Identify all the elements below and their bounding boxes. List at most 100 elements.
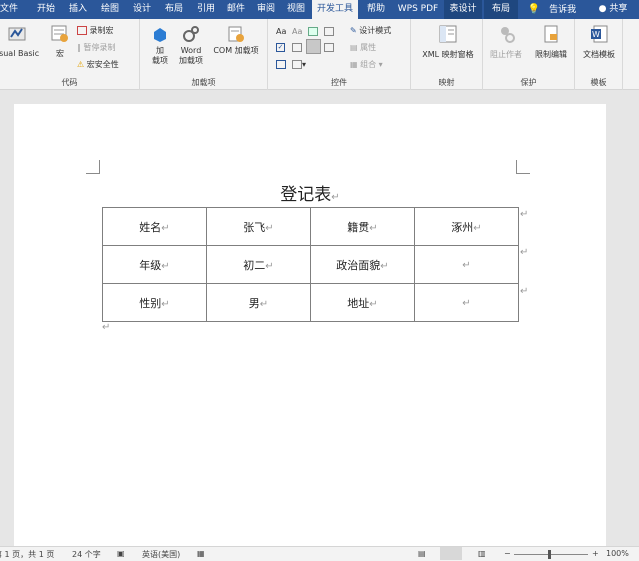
tab-mailings[interactable]: 邮件 xyxy=(222,0,250,19)
cell-end-mark: ↵ xyxy=(161,298,170,310)
cell-end-mark: ↵ xyxy=(161,260,170,272)
design-mode-button[interactable]: ✎ 设计模式 xyxy=(350,25,391,37)
tab-table-layout[interactable]: 布局 xyxy=(484,0,518,19)
share-label: 共享 xyxy=(609,4,628,14)
dropdown-list-control-icon[interactable] xyxy=(306,39,321,54)
tab-insert[interactable]: 插入 xyxy=(64,0,92,19)
tab-view[interactable]: 视图 xyxy=(282,0,310,19)
zoom-in-button[interactable]: + xyxy=(592,549,599,558)
status-bar: 第 1 页，共 1 页 24 个字 ▣ 英语(美国) ▦ ▤ ▥ − + 100… xyxy=(0,546,639,561)
table-cell[interactable]: 张飞↵ xyxy=(206,207,311,246)
macro-record-icon[interactable]: ▦ xyxy=(197,549,205,558)
tab-home[interactable]: 开始 xyxy=(32,0,60,19)
plain-text-control-icon[interactable]: Aa xyxy=(292,26,302,38)
table-cell[interactable]: ↵ xyxy=(414,245,519,284)
table-cell[interactable]: 涿州↵ xyxy=(414,207,519,246)
group-protect-label: 保护 xyxy=(520,78,537,87)
restrict-editing-button[interactable]: 限制编辑 xyxy=(529,24,573,60)
properties-button[interactable]: ▤ 属性 xyxy=(350,42,376,54)
share-button[interactable]: ● 共享 xyxy=(590,0,636,19)
date-picker-control-icon[interactable] xyxy=(324,42,334,54)
document-page[interactable]: 登记表↵ 姓名↵ 张飞↵ 籍贯↵ 涿州↵ 年级↵ 初二↵ 政治面貌↵ ↵ 性别↵… xyxy=(14,104,606,546)
tab-wps-pdf[interactable]: WPS PDF xyxy=(394,0,442,19)
pause-recording-button[interactable]: ‖ 暂停录制 xyxy=(77,42,116,54)
com-addins-button[interactable]: COM 加载项 xyxy=(208,24,264,56)
macro-label: 宏 xyxy=(56,49,64,58)
table-row: 性别↵ 男↵ 地址↵ ↵ xyxy=(102,283,519,322)
proofing-icon[interactable]: ▣ xyxy=(117,549,125,558)
zoom-out-button[interactable]: − xyxy=(504,549,511,558)
tab-file[interactable]: 文件 xyxy=(0,0,22,19)
table-cell[interactable]: 性别↵ xyxy=(102,283,207,322)
ribbon-tab-bar: 文件 开始 插入 绘图 设计 布局 引用 邮件 审阅 视图 开发工具 帮助 WP… xyxy=(0,0,639,19)
ribbon: isual Basic 宏 录制宏 ‖ 暂停录制 ⚠ 宏安全性 代码 加 载项 … xyxy=(0,19,639,90)
svg-text:W: W xyxy=(592,30,600,39)
table-cell[interactable]: 姓名↵ xyxy=(102,207,207,246)
tab-design[interactable]: 设计 xyxy=(128,0,156,19)
checkbox-control-icon[interactable]: ✓ xyxy=(276,42,285,54)
table-cell[interactable]: 男↵ xyxy=(206,283,311,322)
document-template-label: 文档模板 xyxy=(583,50,615,59)
tab-review[interactable]: 审阅 xyxy=(252,0,280,19)
language-indicator[interactable]: 英语(美国) xyxy=(142,549,180,560)
cell-end-mark: ↵ xyxy=(265,222,274,234)
zoom-slider[interactable] xyxy=(514,554,588,555)
group-control-label: 组合 xyxy=(360,60,377,69)
tab-table-design[interactable]: 表设计 xyxy=(444,0,482,19)
visual-basic-button[interactable]: isual Basic xyxy=(0,23,46,59)
cell-end-mark: ↵ xyxy=(259,298,269,310)
addins-label-2: 载项 xyxy=(152,56,168,65)
macro-button[interactable]: 宏 xyxy=(48,23,72,59)
building-block-control-icon[interactable] xyxy=(324,26,334,38)
table-cell[interactable]: 年级↵ xyxy=(102,245,207,284)
macro-security-button[interactable]: ⚠ 宏安全性 xyxy=(77,59,119,71)
word-addins-button[interactable]: Word 加载项 xyxy=(174,24,208,66)
document-template-button[interactable]: W 文档模板 xyxy=(577,24,621,60)
tell-me-box[interactable]: 💡 告诉我 xyxy=(524,0,580,19)
tab-layout[interactable]: 布局 xyxy=(160,0,188,19)
block-authors-button[interactable]: 阻止作者 xyxy=(485,24,527,60)
table-cell[interactable]: 政治面貌↵ xyxy=(310,245,415,284)
addins-button[interactable]: 加 载项 xyxy=(145,24,175,66)
group-controls-label: 控件 xyxy=(331,78,347,87)
page-count[interactable]: 第 1 页，共 1 页 xyxy=(0,549,54,560)
block-authors-label: 阻止作者 xyxy=(490,50,522,59)
tab-developer[interactable]: 开发工具 xyxy=(312,0,358,19)
table-cell[interactable]: 籍贯↵ xyxy=(310,207,415,246)
tab-draw[interactable]: 绘图 xyxy=(96,0,124,19)
print-layout-icon[interactable] xyxy=(440,547,462,560)
cell-end-mark: ↵ xyxy=(462,298,471,309)
lock-icon xyxy=(544,25,558,43)
tab-help[interactable]: 帮助 xyxy=(362,0,390,19)
cell-text: 男 xyxy=(248,296,260,310)
properties-label: 属性 xyxy=(360,43,377,52)
xml-mapping-pane-button[interactable]: XML 映射窗格 xyxy=(415,24,481,60)
cell-end-mark: ↵ xyxy=(473,222,482,234)
record-macro-button[interactable]: 录制宏 xyxy=(77,25,114,37)
registration-table[interactable]: 姓名↵ 张飞↵ 籍贯↵ 涿州↵ 年级↵ 初二↵ 政治面貌↵ ↵ 性别↵ 男↵ 地… xyxy=(102,207,519,322)
combo-box-control-icon[interactable] xyxy=(292,42,302,54)
pause-recording-label: 暂停录制 xyxy=(83,43,116,52)
group-code: isual Basic 宏 录制宏 ‖ 暂停录制 ⚠ 宏安全性 代码 xyxy=(0,19,140,90)
table-cell[interactable]: ↵ xyxy=(414,283,519,322)
table-cell[interactable]: 地址↵ xyxy=(310,283,415,322)
document-title-text: 登记表 xyxy=(280,185,332,205)
restrict-editing-label: 限制编辑 xyxy=(535,50,567,59)
table-cell[interactable]: 初二↵ xyxy=(206,245,311,284)
picture-control-icon[interactable] xyxy=(308,26,318,38)
cell-text: 涿州 xyxy=(451,220,474,234)
legacy-tools-icon[interactable]: ▾ xyxy=(292,59,306,71)
word-count[interactable]: 24 个字 xyxy=(72,549,101,560)
word-addins-label-1: Word xyxy=(180,46,202,55)
zoom-slider-thumb[interactable] xyxy=(548,550,551,559)
group-button[interactable]: ▦ 组合 ▾ xyxy=(350,59,383,71)
block-authors-icon xyxy=(501,27,515,43)
zoom-level[interactable]: 100% xyxy=(606,549,629,558)
read-mode-icon[interactable]: ▤ xyxy=(418,549,426,558)
rich-text-control-icon[interactable]: Aa xyxy=(276,26,286,38)
row-end-mark: ↵ xyxy=(520,209,529,220)
addins-icon xyxy=(154,28,166,42)
repeating-section-control-icon[interactable] xyxy=(276,59,286,71)
tab-references[interactable]: 引用 xyxy=(192,0,220,19)
web-layout-icon[interactable]: ▥ xyxy=(478,549,486,558)
